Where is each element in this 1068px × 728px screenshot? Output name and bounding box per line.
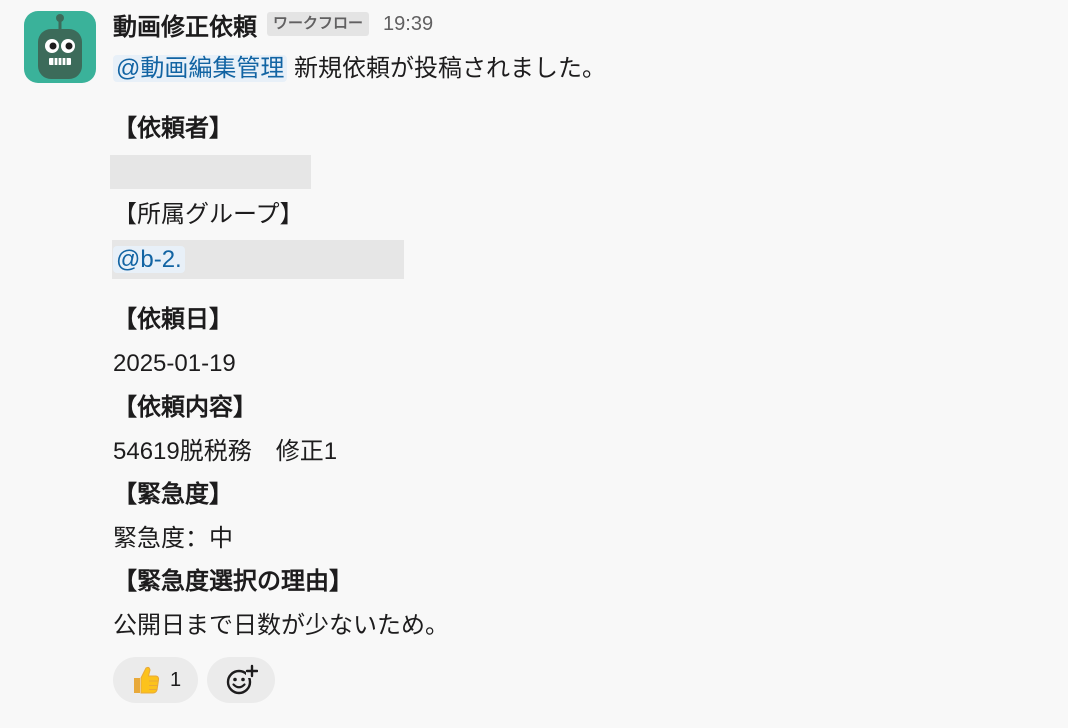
urgency-value: 緊急度：中: [113, 525, 233, 552]
content-value: 54619脱税務 修正1: [113, 438, 338, 465]
group-value-line: @b-2.: [113, 243, 185, 277]
content-label: 【依頼内容】: [113, 394, 257, 421]
timestamp[interactable]: 19:39: [383, 13, 433, 36]
robot-icon: [38, 14, 82, 79]
sender-name[interactable]: 動画修正依頼: [113, 7, 257, 42]
workflow-badge: ワークフロー: [267, 12, 370, 36]
requester-label: 【依頼者】: [113, 115, 233, 142]
add-reaction-icon: [226, 664, 258, 695]
urgency-label: 【緊急度】: [113, 481, 233, 508]
thumbs-up-icon: [133, 666, 160, 694]
date-label: 【依頼日】: [113, 306, 233, 333]
intro-text: 新規依頼が投稿されました。: [287, 55, 607, 82]
requester-redacted: [110, 155, 311, 189]
group-mention[interactable]: @b-2.: [113, 246, 185, 273]
message: 動画修正依頼 ワークフロー 19:39 @動画編集管理 新規依頼が投稿されました…: [0, 0, 1068, 728]
message-header: 動画修正依頼 ワークフロー 19:39: [113, 7, 433, 42]
group-label: 【所属グループ】: [113, 201, 304, 228]
reactions-bar: 1: [113, 657, 275, 703]
date-value: 2025-01-19: [113, 350, 236, 377]
bot-avatar[interactable]: [24, 11, 96, 83]
add-reaction-button[interactable]: [207, 657, 275, 703]
reason-label: 【緊急度選択の理由】: [113, 568, 353, 595]
thumbs-up-reaction[interactable]: 1: [113, 657, 198, 703]
reaction-count: 1: [169, 668, 182, 691]
mention-tag[interactable]: @動画編集管理: [113, 55, 288, 82]
intro-line: @動画編集管理 新規依頼が投稿されました。: [113, 52, 606, 86]
reason-value: 公開日まで日数が少ないため。: [113, 612, 449, 639]
